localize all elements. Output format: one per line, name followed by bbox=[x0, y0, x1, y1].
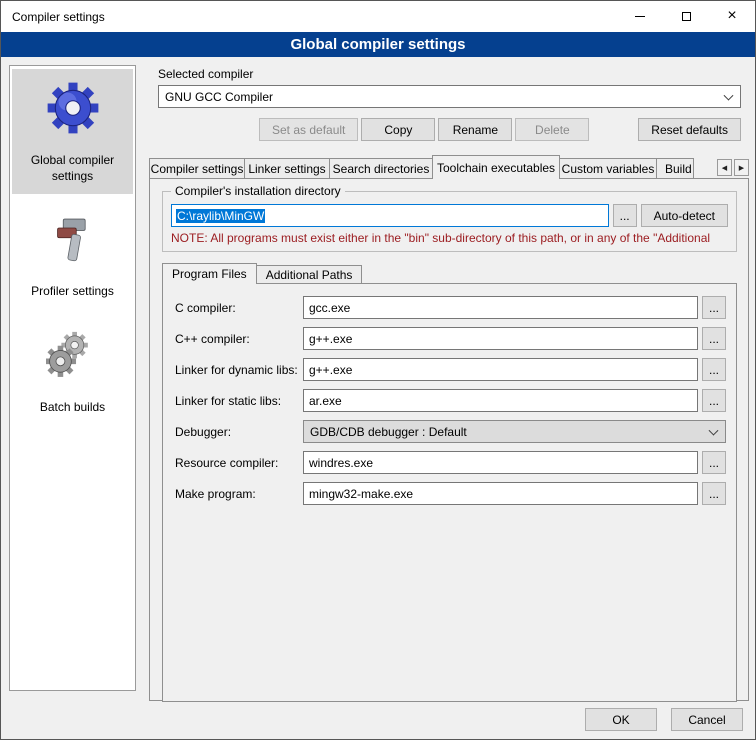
field-label: Resource compiler: bbox=[175, 456, 303, 470]
profiler-tool-icon bbox=[47, 213, 99, 269]
set-as-default-button[interactable]: Set as default bbox=[259, 118, 358, 141]
tab-linker-settings[interactable]: Linker settings bbox=[244, 158, 330, 178]
debugger-select[interactable]: GDB/CDB debugger : Default bbox=[303, 420, 726, 443]
sidebar-item-label: Profiler settings bbox=[14, 284, 131, 300]
close-icon: × bbox=[727, 8, 736, 24]
tab-build-options[interactable]: Build bbox=[656, 158, 694, 178]
field-row-debugger: Debugger: GDB/CDB debugger : Default bbox=[175, 420, 726, 443]
field-row-cpp-compiler: C++ compiler: ... bbox=[175, 327, 726, 350]
chevron-down-icon bbox=[709, 425, 719, 435]
field-row-c-compiler: C compiler: ... bbox=[175, 296, 726, 319]
stacked-gears-icon bbox=[46, 329, 100, 385]
dynamic-linker-browse-button[interactable]: ... bbox=[702, 358, 726, 381]
field-label: Linker for dynamic libs: bbox=[175, 363, 303, 377]
field-label: Debugger: bbox=[175, 425, 303, 439]
window-controls: × bbox=[617, 1, 755, 32]
field-row-static-linker: Linker for static libs: ... bbox=[175, 389, 726, 412]
installation-directory-row: C:\raylib\MinGW ... Auto-detect bbox=[171, 204, 728, 227]
cpp-compiler-browse-button[interactable]: ... bbox=[702, 327, 726, 350]
static-linker-browse-button[interactable]: ... bbox=[702, 389, 726, 412]
toolchain-executables-panel: Compiler's installation directory C:\ray… bbox=[149, 178, 749, 701]
tab-scroll-buttons: ◀ ▶ bbox=[717, 159, 749, 176]
delete-button[interactable]: Delete bbox=[515, 118, 589, 141]
cpp-compiler-input[interactable] bbox=[303, 327, 698, 350]
sidebar-item-profiler-settings[interactable]: Profiler settings bbox=[12, 204, 133, 310]
resource-compiler-browse-button[interactable]: ... bbox=[702, 451, 726, 474]
field-label: Linker for static libs: bbox=[175, 394, 303, 408]
tab-additional-paths[interactable]: Additional Paths bbox=[256, 265, 363, 283]
tab-program-files[interactable]: Program Files bbox=[162, 263, 257, 284]
auto-detect-button[interactable]: Auto-detect bbox=[641, 204, 728, 227]
dialog-footer: OK Cancel bbox=[585, 708, 743, 731]
dialog-header-title: Global compiler settings bbox=[290, 36, 465, 53]
field-row-dynamic-linker: Linker for dynamic libs: ... bbox=[175, 358, 726, 381]
sidebar-item-global-compiler-settings[interactable]: Global compiler settings bbox=[12, 69, 133, 194]
compiler-select-value: GNU GCC Compiler bbox=[165, 90, 273, 104]
make-program-browse-button[interactable]: ... bbox=[702, 482, 726, 505]
tab-compiler-settings[interactable]: Compiler settings bbox=[149, 158, 245, 178]
sidebar-item-batch-builds[interactable]: Batch builds bbox=[12, 320, 133, 426]
maximize-icon bbox=[682, 12, 691, 21]
installation-directory-browse-button[interactable]: ... bbox=[613, 204, 637, 227]
tab-custom-variables[interactable]: Custom variables bbox=[559, 158, 657, 178]
dynamic-linker-input[interactable] bbox=[303, 358, 698, 381]
field-row-make-program: Make program: ... bbox=[175, 482, 726, 505]
debugger-select-value: GDB/CDB debugger : Default bbox=[310, 425, 467, 439]
compiler-select[interactable]: GNU GCC Compiler bbox=[158, 85, 741, 108]
compiler-settings-window: Compiler settings × Global compiler sett… bbox=[0, 0, 756, 740]
titlebar[interactable]: Compiler settings × bbox=[1, 1, 755, 32]
field-label: Make program: bbox=[175, 487, 303, 501]
main-panel: Selected compiler GNU GCC Compiler Set a… bbox=[146, 63, 749, 701]
tab-scroll-right-button[interactable]: ▶ bbox=[734, 159, 749, 176]
c-compiler-input[interactable] bbox=[303, 296, 698, 319]
close-button[interactable]: × bbox=[709, 1, 755, 32]
cancel-button[interactable]: Cancel bbox=[671, 708, 743, 731]
ok-button[interactable]: OK bbox=[585, 708, 657, 731]
tab-toolchain-executables[interactable]: Toolchain executables bbox=[432, 155, 560, 179]
chevron-down-icon bbox=[724, 90, 734, 100]
arrow-right-icon: ▶ bbox=[739, 164, 744, 172]
field-label: C compiler: bbox=[175, 301, 303, 315]
copy-button[interactable]: Copy bbox=[361, 118, 435, 141]
note-text: NOTE: All programs must exist either in … bbox=[171, 231, 728, 245]
compiler-actions: Set as default Copy Rename Delete Reset … bbox=[158, 118, 741, 141]
tab-search-directories[interactable]: Search directories bbox=[329, 158, 433, 178]
installation-directory-group: Compiler's installation directory C:\ray… bbox=[162, 191, 737, 252]
resource-compiler-input[interactable] bbox=[303, 451, 698, 474]
sidebar-item-label: Batch builds bbox=[14, 400, 131, 416]
dialog-header: Global compiler settings bbox=[1, 32, 755, 57]
tab-scroll-left-button[interactable]: ◀ bbox=[717, 159, 732, 176]
arrow-left-icon: ◀ bbox=[722, 164, 727, 172]
reset-defaults-button[interactable]: Reset defaults bbox=[638, 118, 741, 141]
maximize-button[interactable] bbox=[663, 1, 709, 32]
program-files-panel: C compiler: ... C++ compiler: ... Linker… bbox=[162, 283, 737, 702]
field-label: C++ compiler: bbox=[175, 332, 303, 346]
settings-tabbar: Compiler settings Linker settings Search… bbox=[149, 154, 749, 178]
minimize-button[interactable] bbox=[617, 1, 663, 32]
program-tabbar: Program Files Additional Paths bbox=[162, 262, 737, 283]
installation-directory-group-label: Compiler's installation directory bbox=[171, 184, 345, 198]
field-row-resource-compiler: Resource compiler: ... bbox=[175, 451, 726, 474]
c-compiler-browse-button[interactable]: ... bbox=[702, 296, 726, 319]
static-linker-input[interactable] bbox=[303, 389, 698, 412]
make-program-input[interactable] bbox=[303, 482, 698, 505]
installation-directory-input[interactable]: C:\raylib\MinGW bbox=[171, 204, 609, 227]
selected-compiler-label: Selected compiler bbox=[158, 67, 741, 81]
window-title: Compiler settings bbox=[1, 10, 105, 24]
settings-tab-control: Compiler settings Linker settings Search… bbox=[149, 154, 749, 701]
minimize-icon bbox=[635, 16, 645, 17]
installation-directory-value: C:\raylib\MinGW bbox=[176, 209, 265, 223]
gear-icon bbox=[44, 78, 102, 138]
rename-button[interactable]: Rename bbox=[438, 118, 512, 141]
sidebar-item-label: Global compiler settings bbox=[14, 153, 131, 184]
sidebar: Global compiler settings Profiler settin… bbox=[9, 65, 136, 691]
